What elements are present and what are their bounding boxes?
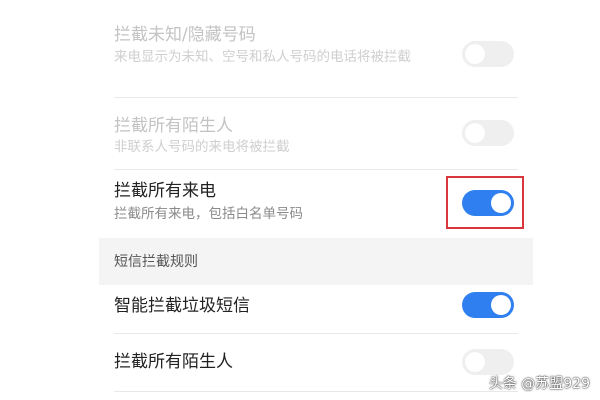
block-strangers-calls-toggle[interactable] [462, 120, 514, 146]
highlight-box [446, 176, 524, 229]
rule-description: 非联系人号码的来电将被拦截 [114, 139, 290, 155]
toggle-knob [465, 123, 485, 143]
rule-block-unknown-numbers: 拦截未知/隐藏号码 来电显示为未知、空号和私人号码的电话将被拦截 [99, 0, 533, 97]
smart-spam-sms-toggle[interactable] [462, 292, 514, 318]
rule-title: 拦截所有陌生人 [114, 116, 233, 136]
rule-smart-spam-sms: 智能拦截垃圾短信 [99, 285, 533, 333]
sms-rules-section-header: 短信拦截规则 [99, 238, 533, 285]
toggle-knob [465, 352, 485, 372]
rule-title: 拦截未知/隐藏号码 [114, 25, 256, 45]
divider [114, 391, 518, 392]
rule-title: 拦截所有来电 [114, 181, 216, 201]
section-title: 短信拦截规则 [114, 254, 198, 270]
rule-block-strangers-calls: 拦截所有陌生人 非联系人号码的来电将被拦截 [99, 98, 533, 169]
toggle-knob [465, 44, 485, 64]
rule-title: 智能拦截垃圾短信 [114, 296, 250, 316]
block-unknown-toggle[interactable] [462, 41, 514, 67]
rule-title: 拦截所有陌生人 [114, 352, 233, 372]
toggle-knob [491, 295, 511, 315]
rule-description: 来电显示为未知、空号和私人号码的电话将被拦截 [114, 49, 411, 65]
watermark: 头条 @苏盟929 [488, 376, 590, 392]
rule-description: 拦截所有来电，包括白名单号码 [114, 206, 303, 222]
block-strangers-sms-toggle[interactable] [462, 349, 514, 375]
